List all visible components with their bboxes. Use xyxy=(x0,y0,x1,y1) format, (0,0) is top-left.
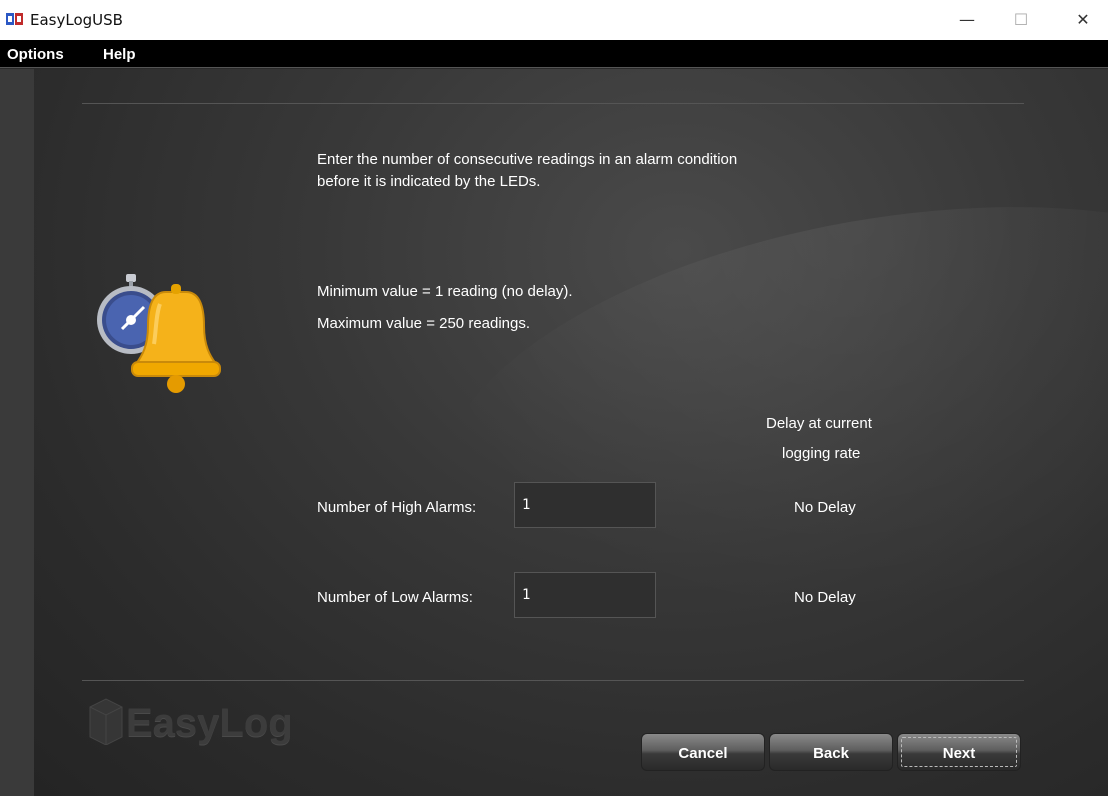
instruction-line-2: before it is indicated by the LEDs. xyxy=(317,173,541,190)
background-sweep xyxy=(406,143,1108,695)
wizard-panel: Enter the number of consecutive readings… xyxy=(0,69,1108,796)
top-divider xyxy=(82,103,1024,104)
menu-options[interactable]: Options xyxy=(7,46,64,63)
next-button[interactable]: Next xyxy=(897,733,1021,771)
app-icon xyxy=(6,13,23,25)
easylog-logo-text: EasyLog xyxy=(126,701,293,745)
close-button[interactable]: ✕ xyxy=(1060,0,1106,40)
low-alarms-delay: No Delay xyxy=(794,589,856,606)
bottom-divider xyxy=(82,680,1024,681)
cancel-button[interactable]: Cancel xyxy=(641,733,765,771)
back-button[interactable]: Back xyxy=(769,733,893,771)
minimize-button[interactable]: — xyxy=(944,0,990,40)
low-alarms-input[interactable]: 1 xyxy=(514,572,656,618)
menu-bar: Options Help xyxy=(0,40,1108,68)
menu-help[interactable]: Help xyxy=(103,46,136,63)
delay-header-line-1: Delay at current xyxy=(766,415,872,432)
stopwatch-bell-icon xyxy=(97,274,221,393)
minimum-value-text: Minimum value = 1 reading (no delay). xyxy=(317,283,573,300)
title-bar: EasyLogUSB — ☐ ✕ xyxy=(0,0,1108,40)
low-alarms-label: Number of Low Alarms: xyxy=(317,589,473,606)
high-alarms-delay: No Delay xyxy=(794,499,856,516)
instruction-line-1: Enter the number of consecutive readings… xyxy=(317,151,738,168)
maximum-value-text: Maximum value = 250 readings. xyxy=(317,315,531,332)
delay-header-line-2: logging rate xyxy=(782,445,861,462)
maximize-button[interactable]: ☐ xyxy=(998,0,1044,40)
window-title: EasyLogUSB xyxy=(30,11,123,29)
high-alarms-input[interactable]: 1 xyxy=(514,482,656,528)
high-alarms-label: Number of High Alarms: xyxy=(317,499,477,516)
